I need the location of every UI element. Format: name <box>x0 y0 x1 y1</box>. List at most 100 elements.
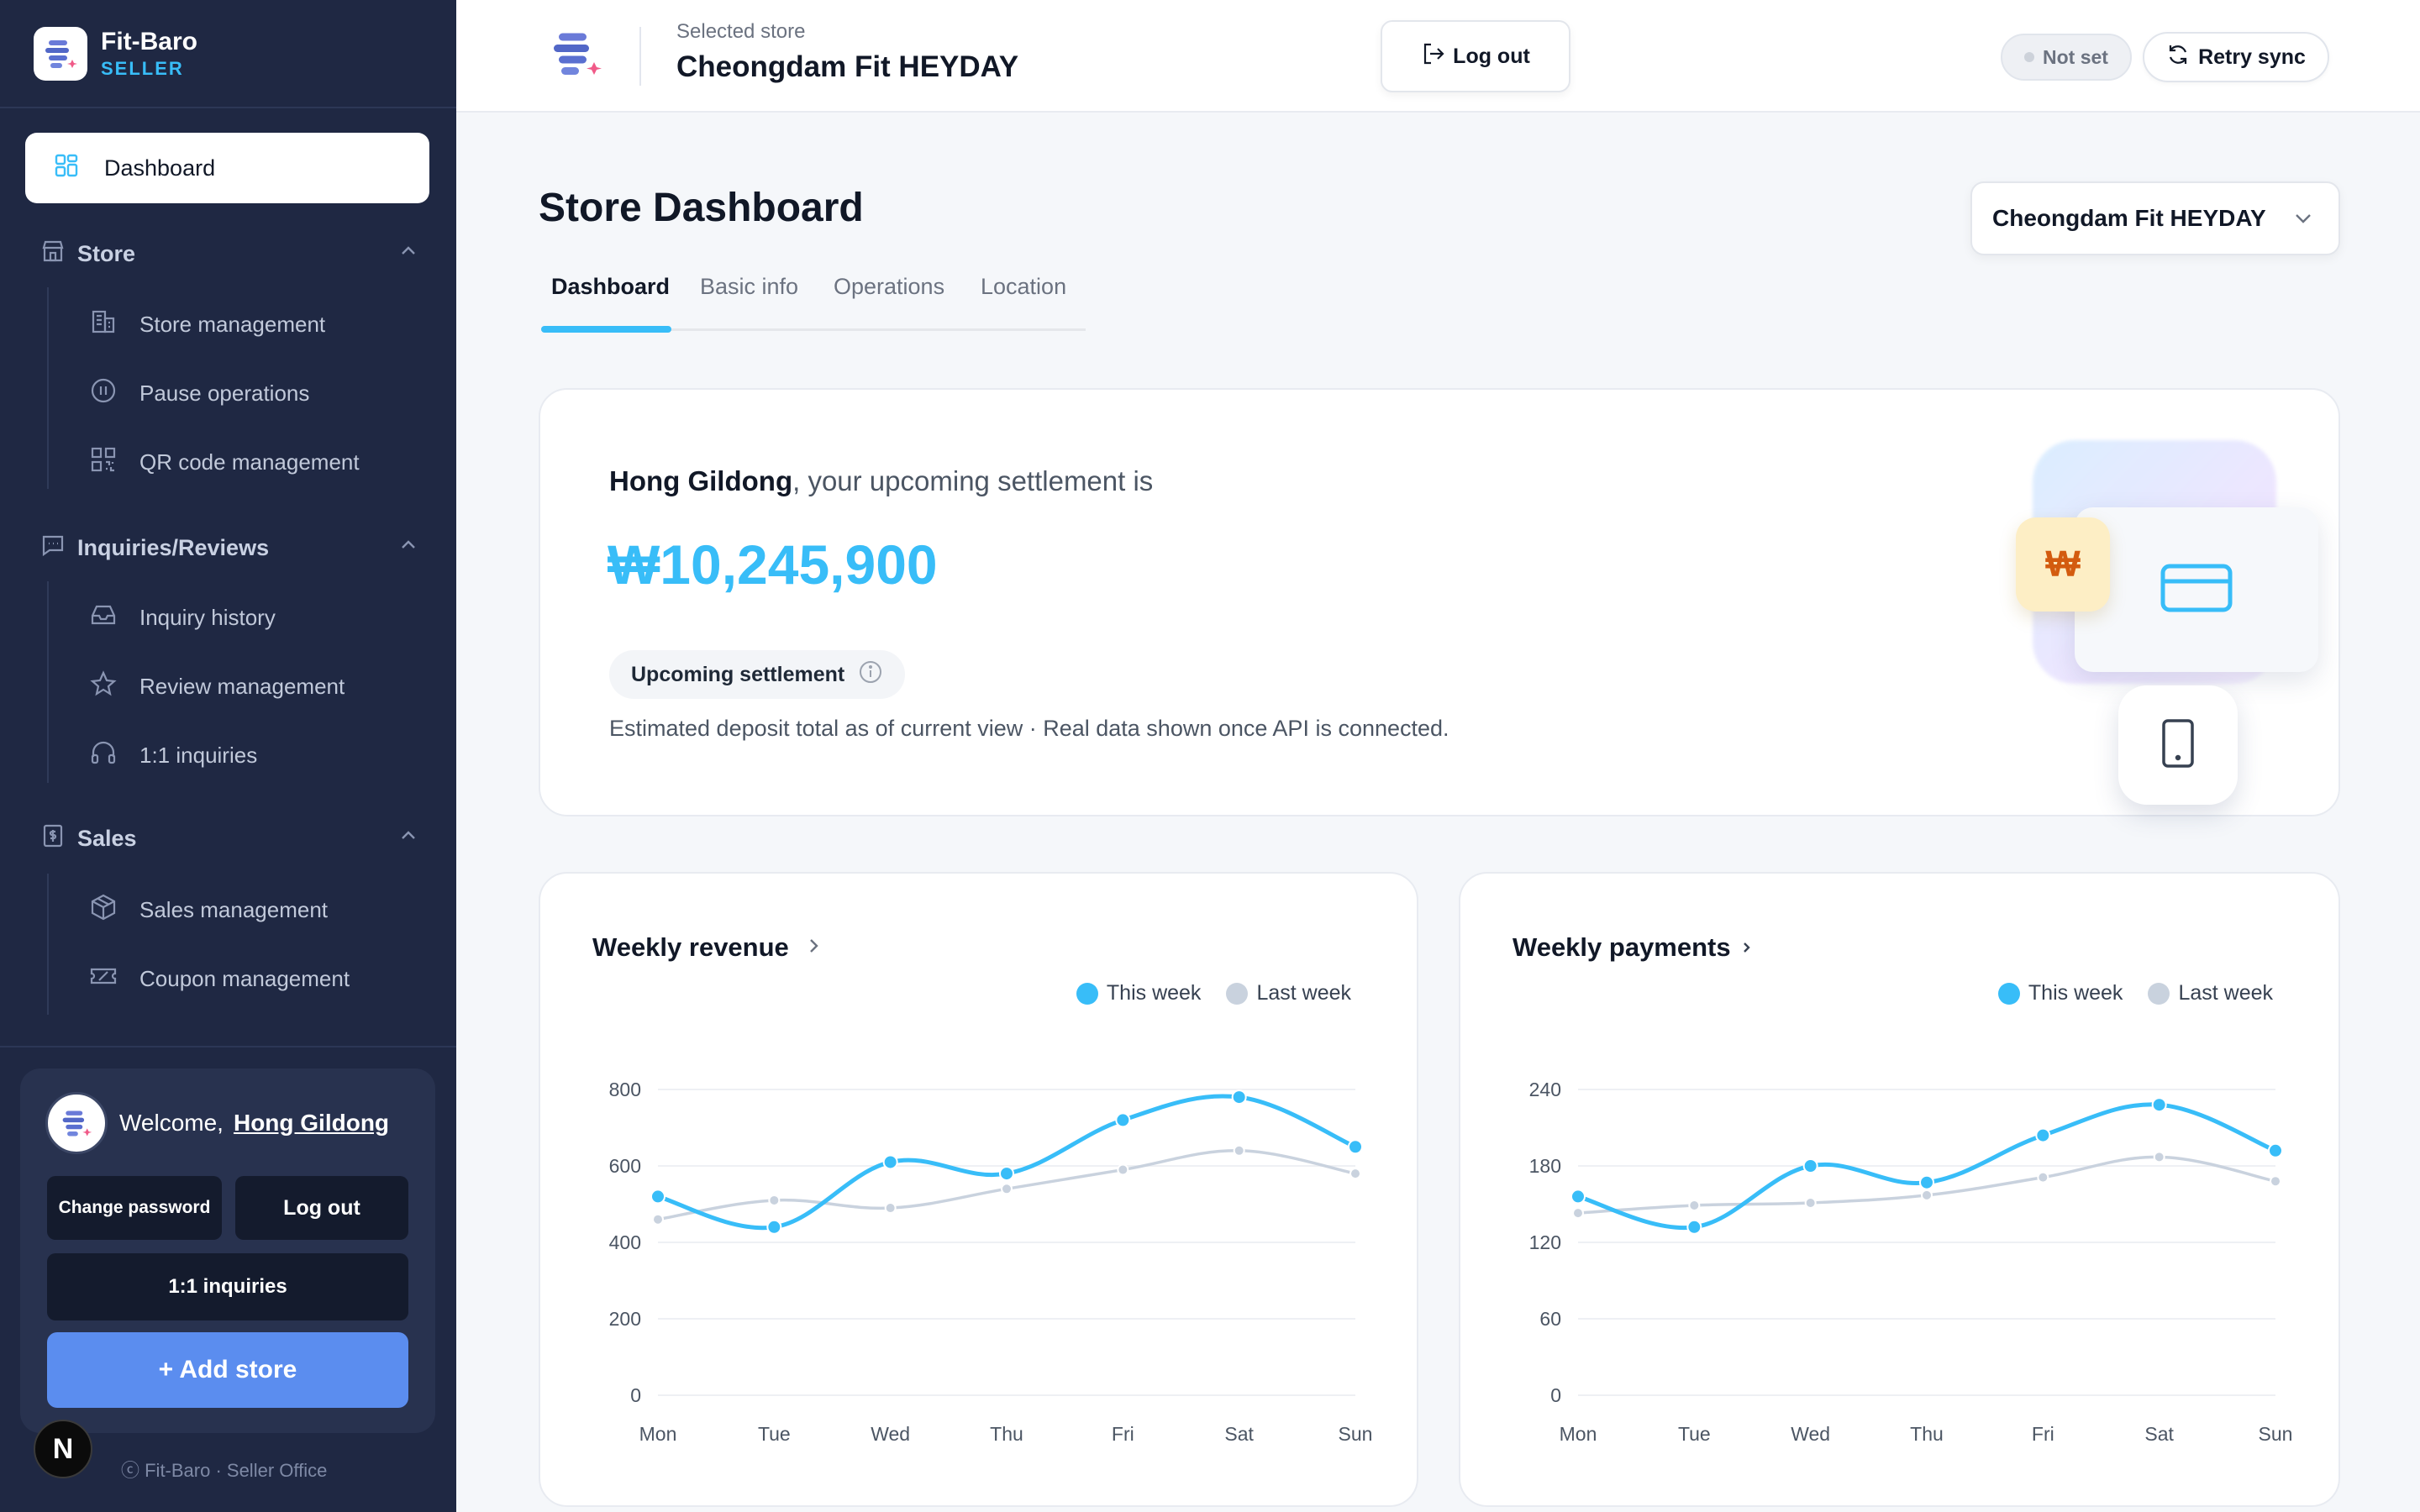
credit-card-icon <box>2156 558 2237 622</box>
sidebar-item-pause-operations[interactable]: Pause operations <box>89 373 309 413</box>
grid-icon <box>54 153 79 184</box>
status-dot <box>2024 52 2035 62</box>
tab-location[interactable]: Location <box>981 274 1066 300</box>
x-tick-label: Tue <box>1678 1423 1711 1445</box>
sidebar-section-sales[interactable]: Sales <box>40 818 418 858</box>
store-select-dropdown[interactable]: Cheongdam Fit HEYDAY <box>1970 181 2340 255</box>
sidebar-section-inquiries[interactable]: Inquiries/Reviews <box>40 528 418 568</box>
sidebar-item-inquiry-history[interactable]: Inquiry history <box>89 597 276 638</box>
sidebar-divider <box>0 1046 456 1047</box>
won-currency-icon: ₩ <box>2045 543 2081 585</box>
data-point <box>2270 1175 2281 1188</box>
data-point <box>2037 1171 2049 1184</box>
brand[interactable]: Fit-Baro SELLER <box>34 25 197 82</box>
selected-store-label: Selected store <box>676 20 806 43</box>
data-point <box>1802 1158 1818 1173</box>
sidebar-item-store-management[interactable]: Store management <box>89 304 325 344</box>
brand-sub: SELLER <box>101 58 184 79</box>
x-tick-label: Sat <box>2144 1423 2174 1445</box>
y-tick-label: 600 <box>609 1155 641 1177</box>
change-password-button[interactable]: Change password <box>47 1176 222 1240</box>
data-point <box>1117 1163 1129 1176</box>
x-tick-label: Wed <box>871 1423 910 1445</box>
sidebar-section-store[interactable]: Store <box>40 234 418 274</box>
topbar-logout-button[interactable]: Log out <box>1381 20 1570 92</box>
tab-dashboard[interactable]: Dashboard <box>551 274 670 300</box>
data-point <box>2268 1142 2283 1158</box>
sync-status-label: Not set <box>2043 45 2108 68</box>
info-icon[interactable] <box>858 659 883 690</box>
avatar[interactable] <box>45 1092 108 1154</box>
data-point <box>1001 1183 1013 1195</box>
settlement-card: Hong Gildong, your upcoming settlement i… <box>539 388 2340 816</box>
settlement-illustration: ₩ <box>2016 440 2318 805</box>
sync-status-badge: Not set <box>2001 34 2132 81</box>
page-title: Store Dashboard <box>539 186 864 230</box>
weekly-payments-chart: 0 60 120 180 240 Mon Tue Wed Thu Fri Sat Sun <box>1529 1079 2293 1445</box>
sidebar-item-coupon-management[interactable]: Coupon management <box>89 958 350 999</box>
store-logo-icon <box>549 25 604 93</box>
data-point <box>1233 1144 1245 1157</box>
data-point <box>2151 1097 2167 1113</box>
sidebar-item-label: Review management <box>139 673 345 699</box>
sidebar-item-label: Inquiry history <box>139 604 276 630</box>
x-tick-label: Mon <box>1560 1423 1597 1445</box>
sidebar-item-label: QR code management <box>139 449 360 475</box>
data-point <box>1572 1207 1584 1220</box>
add-store-button[interactable]: + Add store <box>47 1332 408 1408</box>
phone-illustration <box>2118 685 2238 805</box>
sidebar-item-dashboard[interactable]: Dashboard <box>25 133 429 203</box>
data-point <box>1115 1112 1131 1128</box>
retry-sync-label: Retry sync <box>2198 45 2306 69</box>
weekly-payments-card: Weekly payments This week Last week 0 60 1… <box>1459 872 2340 1507</box>
data-point <box>1570 1189 1586 1205</box>
tab-operations[interactable]: Operations <box>834 274 944 300</box>
user-name-link[interactable]: Hong Gildong <box>234 1110 389 1137</box>
settlement-user-name: Hong Gildong <box>609 465 793 496</box>
sidebar-inquiries-button[interactable]: 1:1 inquiries <box>47 1253 408 1320</box>
box-icon <box>89 893 118 927</box>
settlement-note: Estimated deposit total as of current vi… <box>609 716 1449 741</box>
chevron-up-icon <box>398 535 418 561</box>
y-tick-label: 0 <box>630 1384 641 1406</box>
sidebar-section-label: Inquiries/Reviews <box>77 534 270 560</box>
sidebar-item-label: Store management <box>139 311 326 337</box>
user-card: Welcome, Hong Gildong Change password Lo… <box>20 1068 435 1433</box>
data-point <box>766 1219 782 1235</box>
x-tick-label: Sun <box>2259 1423 2293 1445</box>
inbox-icon <box>89 601 118 635</box>
sidebar-item-review-management[interactable]: Review management <box>89 666 345 706</box>
chevron-down-icon <box>2291 207 2315 236</box>
log-out-icon <box>1421 41 1446 72</box>
y-tick-label: 120 <box>1529 1231 1561 1253</box>
upcoming-settlement-chip[interactable]: Upcoming settlement <box>609 650 906 699</box>
smartphone-icon <box>2158 717 2198 774</box>
sidebar-item-label: Dashboard <box>104 155 216 181</box>
data-point <box>1921 1189 1933 1201</box>
data-point <box>1919 1174 1934 1190</box>
data-point <box>1348 1139 1363 1155</box>
nav-rail <box>47 874 49 1015</box>
sidebar-section-label: Store <box>77 240 136 266</box>
won-badge: ₩ <box>2016 517 2110 612</box>
data-point <box>2153 1151 2165 1163</box>
sidebar-item-sales-management[interactable]: Sales management <box>89 890 328 930</box>
sidebar-item-qr-code-management[interactable]: QR code management <box>89 442 360 482</box>
tab-basic-info[interactable]: Basic info <box>700 274 798 300</box>
x-tick-label: Thu <box>990 1423 1023 1445</box>
sidebar-item-1-1-inquiries[interactable]: 1:1 inquiries <box>89 735 257 775</box>
retry-sync-button[interactable]: Retry sync <box>2143 32 2329 82</box>
series-line <box>655 1094 1358 1231</box>
n-badge-icon[interactable]: N <box>34 1420 92 1478</box>
nav-rail <box>47 581 49 783</box>
sidebar-logout-button[interactable]: Log out <box>235 1176 408 1240</box>
sidebar-item-label: Pause operations <box>139 380 310 406</box>
data-point <box>1349 1168 1361 1180</box>
settlement-chip-label: Upcoming settlement <box>631 662 845 686</box>
brand-name: Fit-Baro <box>101 28 197 55</box>
sidebar-item-label: Sales management <box>139 896 329 922</box>
topbar: Selected store Cheongdam Fit HEYDAY Log … <box>456 0 2420 113</box>
topbar-logout-label: Log out <box>1453 44 1530 68</box>
data-point <box>882 1154 898 1170</box>
x-tick-label: Wed <box>1791 1423 1830 1445</box>
